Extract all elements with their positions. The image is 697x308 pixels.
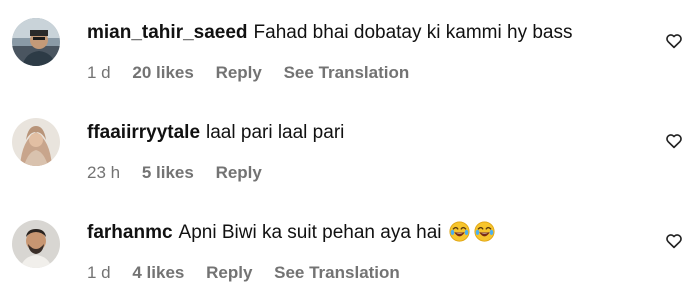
comment-meta: 23 h 5 likes Reply: [87, 162, 279, 184]
comment-text: Apni Biwi ka suit pehan aya hai: [178, 222, 442, 243]
see-translation-link[interactable]: See Translation: [284, 63, 410, 82]
avatar[interactable]: [12, 118, 60, 166]
comment-item: mian_tahir_saeed Fahad bhai dobatay ki ka…: [0, 0, 697, 100]
avatar[interactable]: [12, 220, 60, 268]
comment-text: laal pari laal pari: [206, 122, 345, 143]
comment-text: Fahad bhai dobatay ki kammi hy bass: [253, 22, 573, 43]
comment-line: mian_tahir_saeed Fahad bhai dobatay ki ka…: [87, 20, 572, 46]
comment-likes[interactable]: 5 likes: [142, 163, 194, 182]
reply-button[interactable]: Reply: [216, 63, 262, 82]
comment-username[interactable]: mian_tahir_saeed: [87, 22, 248, 43]
comment-username[interactable]: farhanmc: [87, 222, 173, 243]
comment-username[interactable]: ffaaiirryytale: [87, 122, 200, 143]
laughing-emoji-icon: 😂: [474, 221, 495, 242]
comment-time: 23 h: [87, 163, 121, 182]
heart-outline-icon[interactable]: [665, 32, 683, 50]
reply-button[interactable]: Reply: [216, 163, 262, 182]
comment-meta: 1 d 4 likes Reply See Translation: [87, 262, 417, 284]
svg-text:😂: 😂: [449, 221, 450, 222]
reply-button[interactable]: Reply: [206, 263, 252, 282]
comment-item: ffaaiirryytale laal pari laal pari 23 h 5…: [0, 100, 697, 200]
avatar[interactable]: [12, 18, 60, 66]
comment-meta: 1 d 20 likes Reply See Translation: [87, 62, 426, 84]
heart-outline-icon[interactable]: [665, 232, 683, 250]
comment-likes[interactable]: 20 likes: [132, 63, 193, 82]
comment-time: 1 d: [87, 263, 111, 282]
see-translation-link[interactable]: See Translation: [274, 263, 400, 282]
comment-line: ffaaiirryytale laal pari laal pari: [87, 120, 344, 146]
comment-likes[interactable]: 4 likes: [132, 263, 184, 282]
laughing-emoji-icon: 😂: [449, 221, 470, 242]
comment-item: farhanmc Apni Biwi ka suit pehan aya hai …: [0, 200, 697, 300]
comment-line: farhanmc Apni Biwi ka suit pehan aya hai …: [87, 220, 495, 246]
comment-time: 1 d: [87, 63, 111, 82]
svg-text:😂: 😂: [474, 221, 475, 222]
heart-outline-icon[interactable]: [665, 132, 683, 150]
